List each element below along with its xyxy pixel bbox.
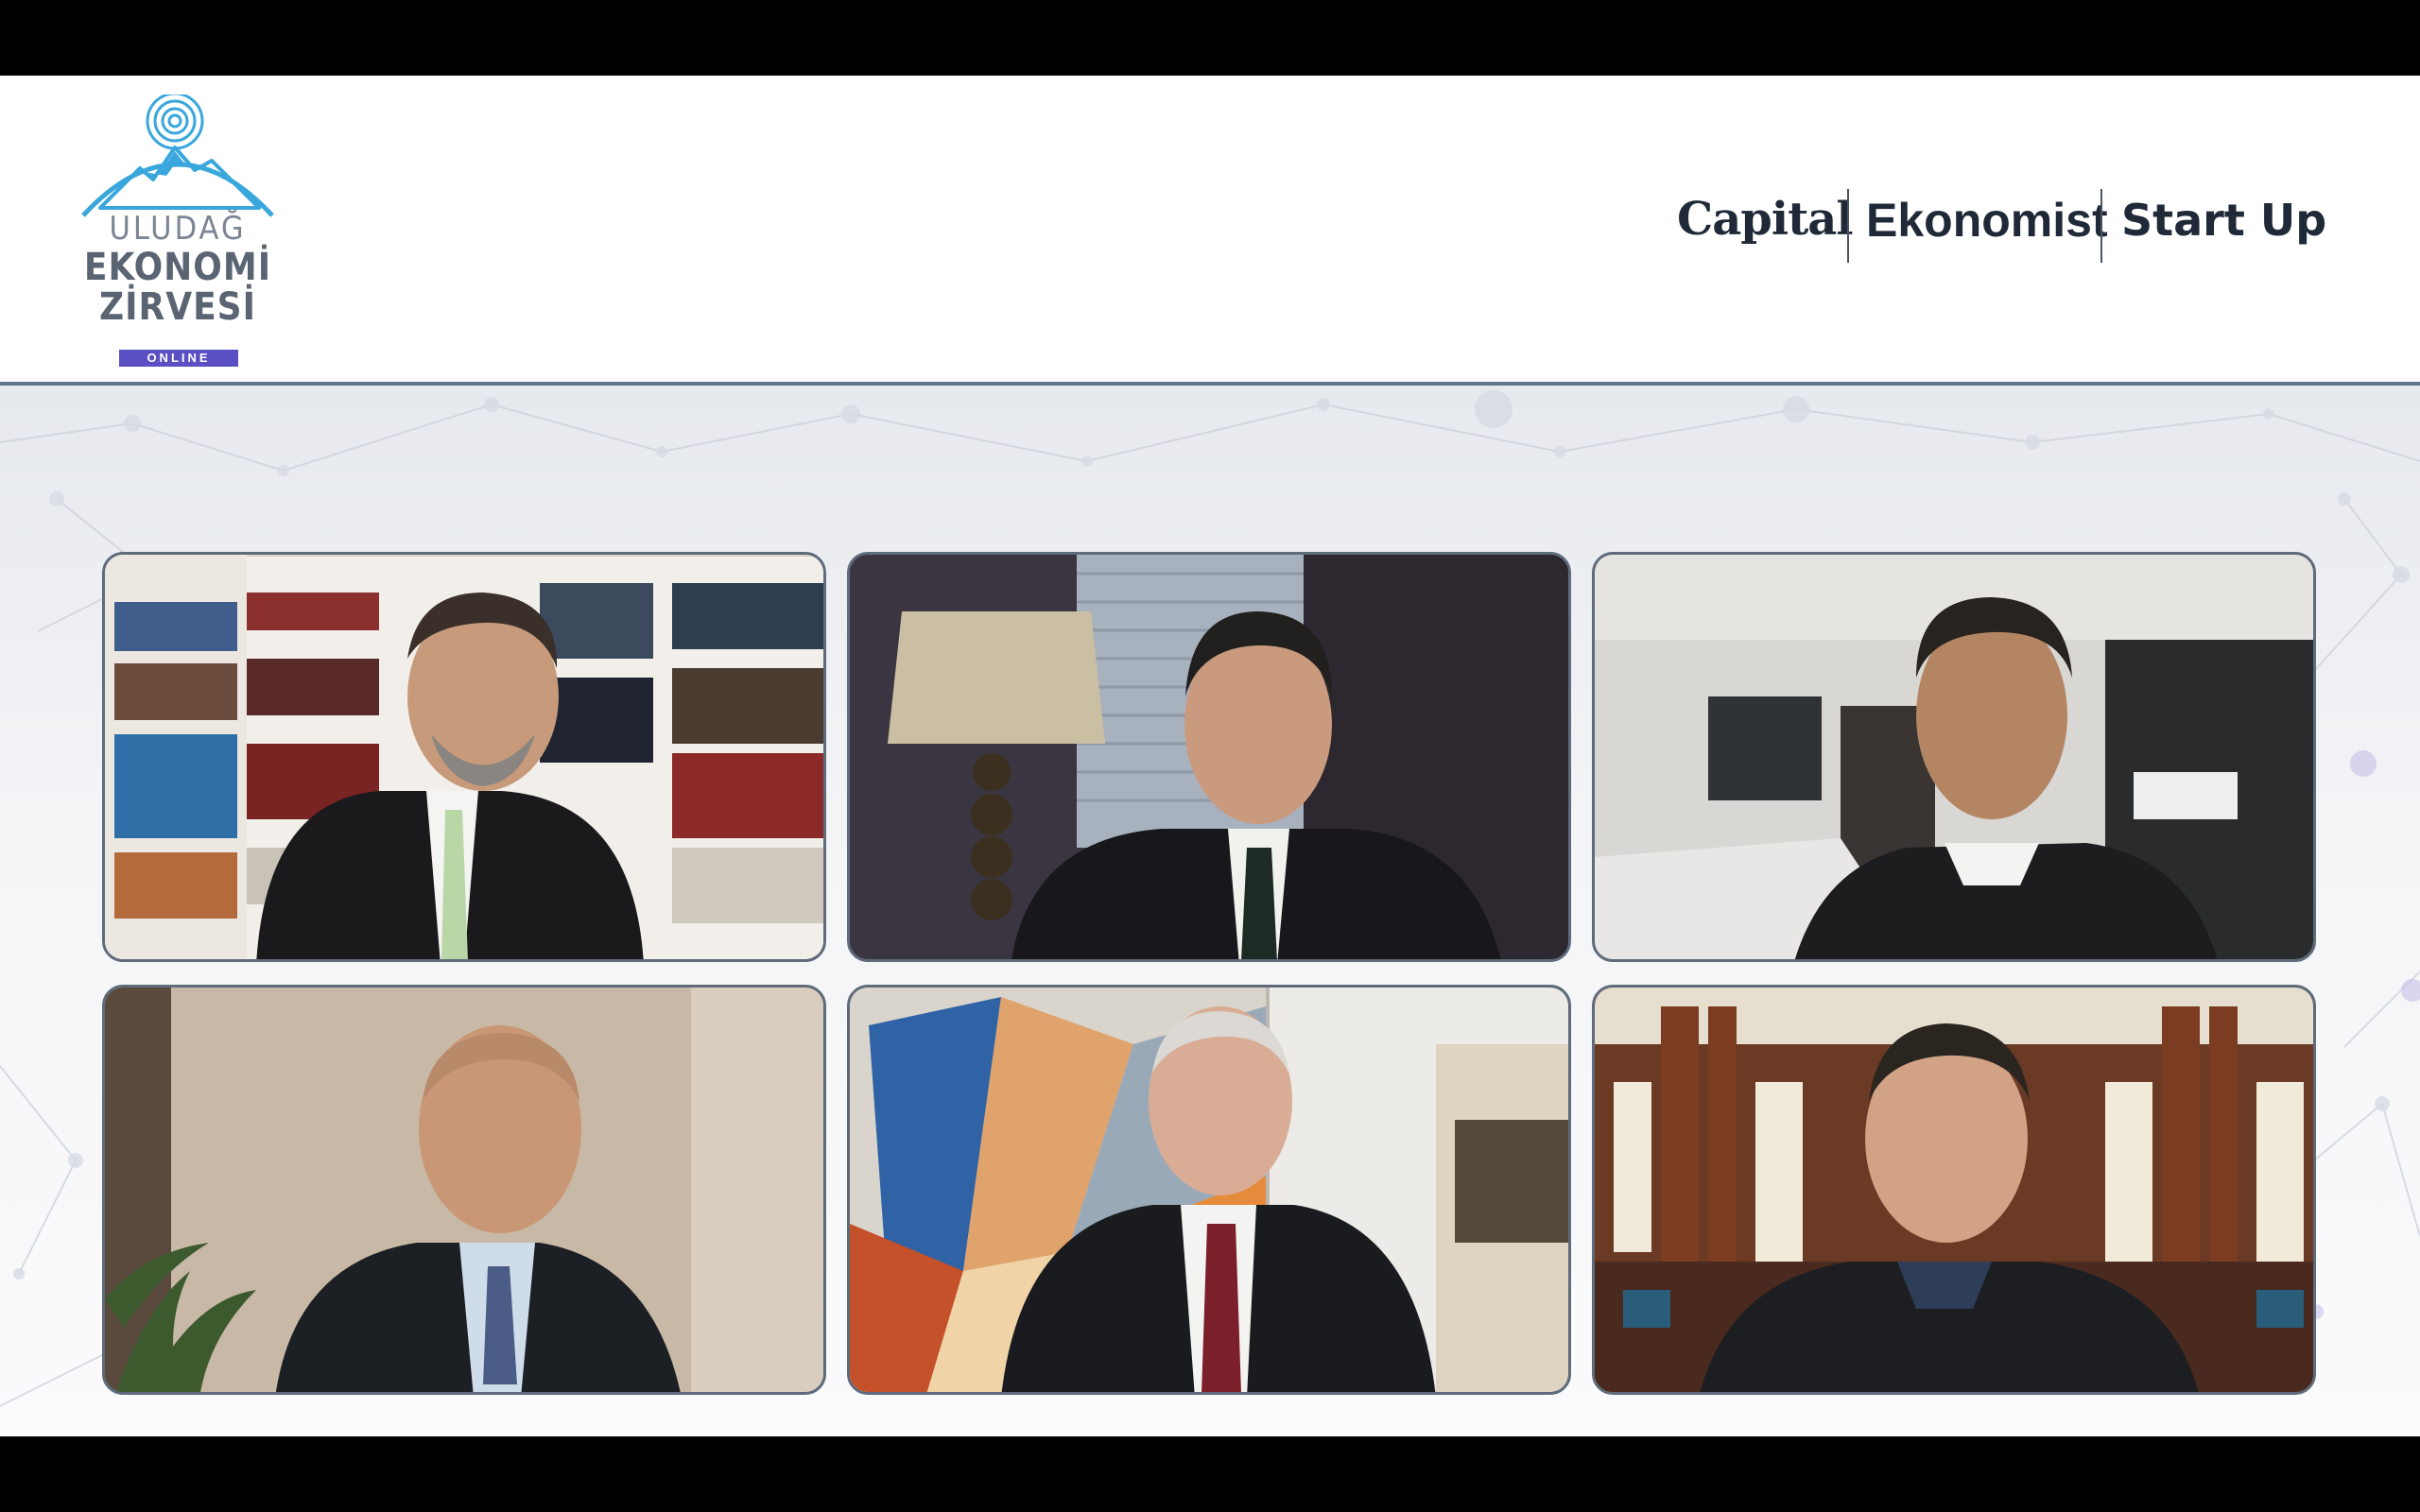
logo-text-line2: EKONOMİ <box>83 246 272 289</box>
logo-online-badge: ONLINE <box>119 350 238 367</box>
participant-video-feed <box>1595 988 2313 1392</box>
participant-video-feed <box>1595 555 2313 959</box>
participant-video-feed <box>850 988 1568 1392</box>
participant-video-feed <box>850 555 1568 959</box>
letterbox-bottom <box>0 1436 2420 1512</box>
participant-video-tile[interactable] <box>102 552 826 962</box>
participant-video-tile[interactable] <box>1592 552 2316 962</box>
brand-capital: Capital <box>1677 193 1854 246</box>
brand-divider <box>2100 189 2102 263</box>
event-logo: ULUDAĞ EKONOMİ ZİRVESİ ONLINE <box>74 94 282 369</box>
participant-video-tile[interactable] <box>102 985 826 1395</box>
letterbox-top <box>0 0 2420 76</box>
participant-video-tile[interactable] <box>1592 985 2316 1395</box>
conference-stage: ULUDAĞ EKONOMİ ZİRVESİ ONLINE Capital Ek… <box>0 76 2420 1436</box>
participant-video-tile[interactable] <box>847 985 1571 1395</box>
event-header: ULUDAĞ EKONOMİ ZİRVESİ ONLINE Capital Ek… <box>0 76 2420 382</box>
mountain-signal-icon <box>81 94 274 217</box>
brand-divider <box>1847 189 1849 263</box>
logo-text-line1: ULUDAĞ <box>109 210 247 248</box>
network-backdrop <box>0 386 2420 1436</box>
participant-video-feed <box>105 988 823 1392</box>
brand-startup: Start Up <box>2121 195 2327 246</box>
participant-video-tile[interactable] <box>847 552 1571 962</box>
brand-ekonomist: Ekonomist <box>1866 194 2108 247</box>
logo-text-line3: ZİRVESİ <box>99 285 256 329</box>
participant-video-feed <box>105 555 823 959</box>
